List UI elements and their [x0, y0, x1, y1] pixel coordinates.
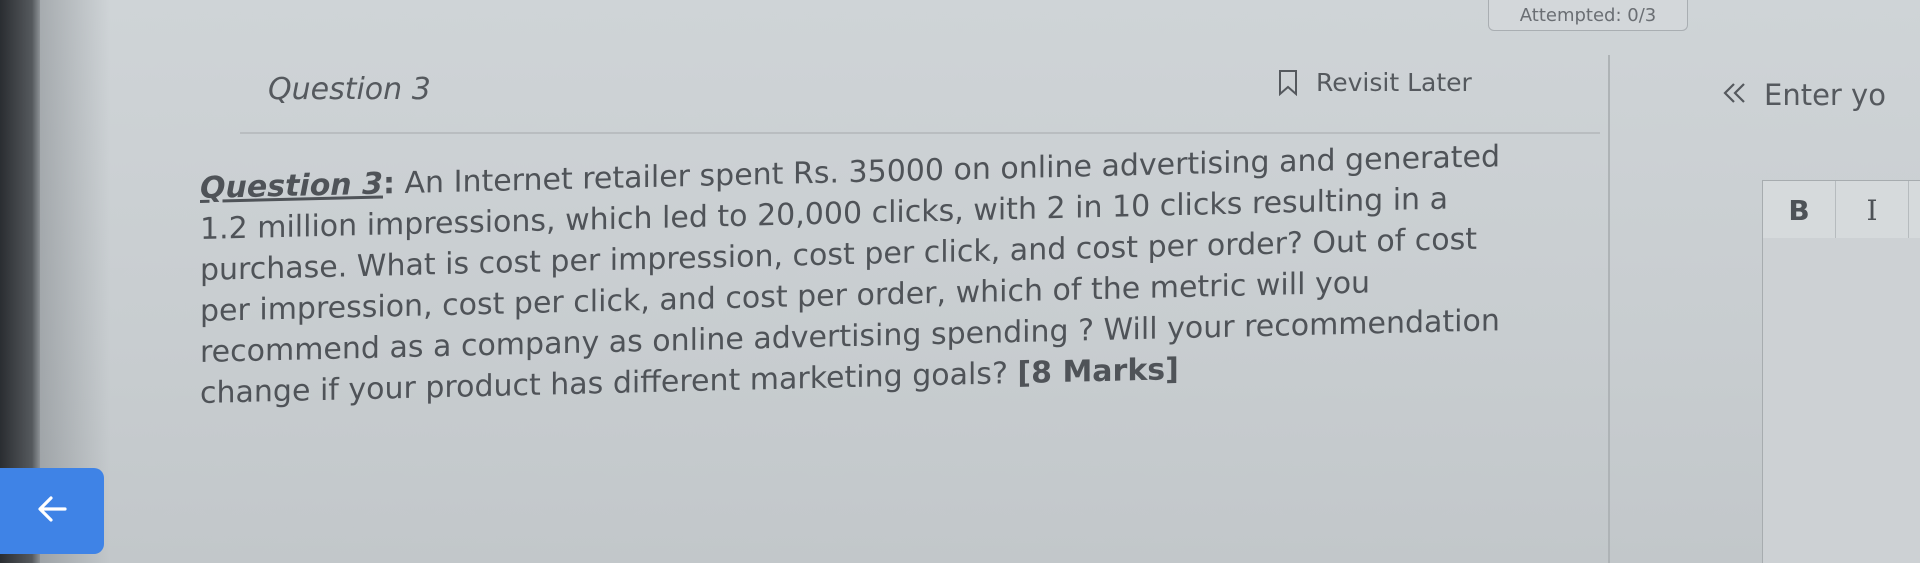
- back-button[interactable]: [0, 468, 104, 554]
- answer-editor[interactable]: [1762, 238, 1920, 563]
- question-label-colon: :: [382, 166, 395, 202]
- question-text: Question 3: An Internet retailer spent R…: [200, 134, 1600, 414]
- italic-button[interactable]: I: [1836, 181, 1909, 239]
- question-header: Question 3: [268, 72, 431, 107]
- revisit-later-label: Revisit Later: [1316, 68, 1472, 97]
- revisit-later-button[interactable]: Revisit Later: [1278, 68, 1472, 97]
- question-label: Question 3: [200, 166, 383, 206]
- editor-toolbar: B I: [1762, 180, 1920, 240]
- bold-button[interactable]: B: [1763, 181, 1836, 239]
- enter-answer-label: Enter yo: [1764, 78, 1886, 112]
- arrow-left-icon: [35, 494, 69, 528]
- header-divider: [240, 132, 1600, 134]
- bookmark-icon: [1278, 69, 1298, 96]
- panel-divider: [1608, 55, 1610, 563]
- answer-panel-header[interactable]: Enter yo: [1720, 78, 1886, 112]
- double-chevron-left-icon[interactable]: [1720, 78, 1750, 112]
- question-marks: [8 Marks]: [1017, 352, 1179, 392]
- attempted-counter: Attempted: 0/3: [1488, 0, 1688, 31]
